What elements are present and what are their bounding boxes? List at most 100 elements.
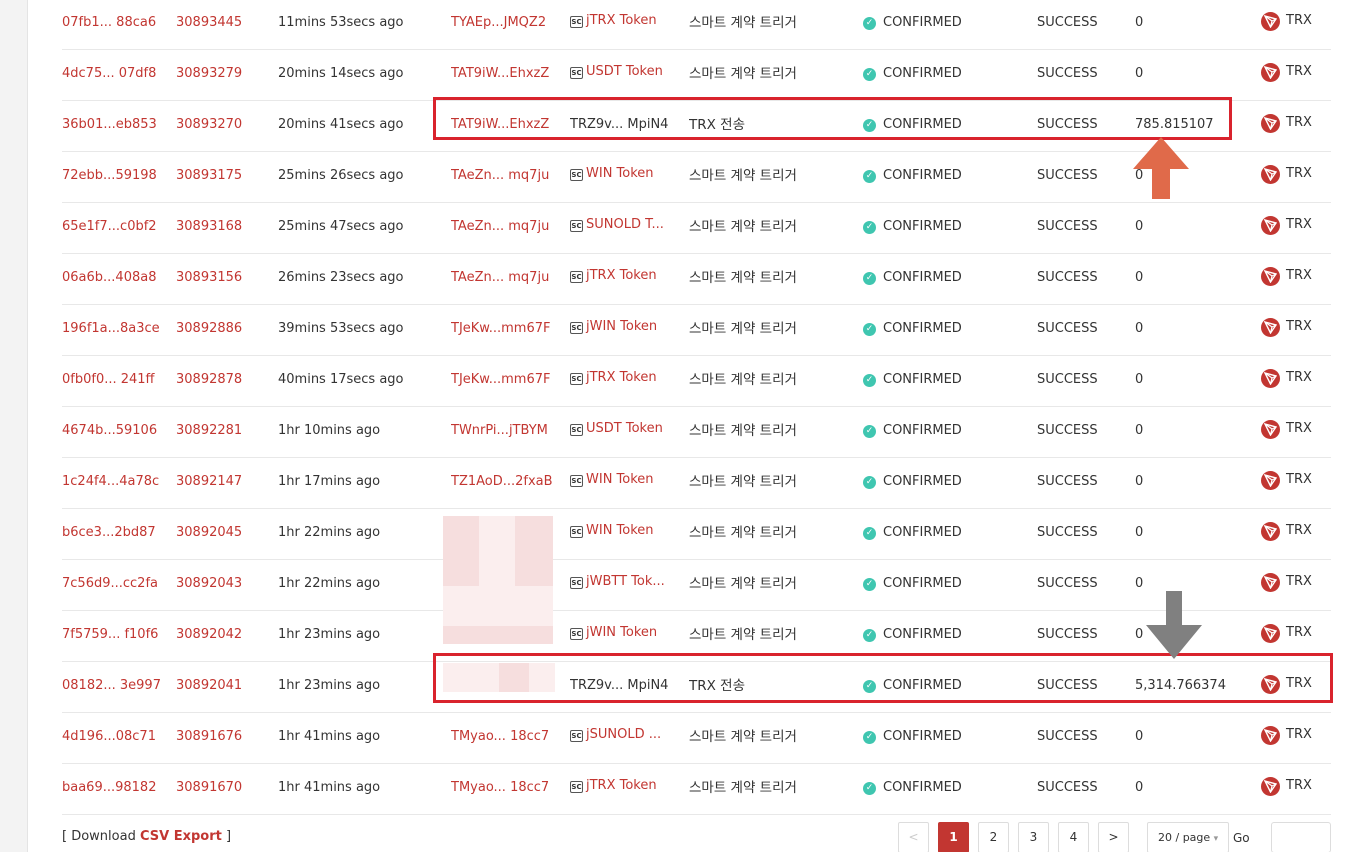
block-link[interactable]: 30892878 [176, 356, 266, 406]
page-size-value: 20 / page [1158, 831, 1211, 844]
from-address-link[interactable]: TAeZn... mq7ju [451, 152, 561, 202]
tx-hash-link[interactable]: 7c56d9...cc2fa [62, 560, 170, 610]
status-text: CONFIRMED [883, 270, 962, 285]
page-size-select[interactable]: 20 / page ▾ [1147, 822, 1229, 852]
smart-contract-icon: SC [570, 169, 583, 181]
tx-age: 26mins 23secs ago [278, 270, 404, 285]
block-link[interactable]: 30892281 [176, 407, 266, 457]
page-button-1[interactable]: 1 [938, 822, 969, 852]
block-link[interactable]: 30893279 [176, 50, 266, 100]
smart-contract-icon: SC [570, 577, 583, 589]
amount-value: 0 [1135, 321, 1144, 336]
block-link[interactable]: 30891670 [176, 764, 266, 814]
tx-hash-link[interactable]: 4d196...08c71 [62, 713, 170, 763]
tx-hash-link[interactable]: 65e1f7...c0bf2 [62, 203, 170, 253]
block-link[interactable]: 30892147 [176, 458, 266, 508]
block-link[interactable]: 30893156 [176, 254, 266, 304]
tx-age: 40mins 17secs ago [278, 372, 404, 387]
page-button-4[interactable]: 4 [1058, 822, 1089, 852]
block-link[interactable]: 30893175 [176, 152, 266, 202]
from-address-link[interactable]: TJeKw...mm67F [451, 305, 561, 355]
next-page-button[interactable]: > [1098, 822, 1129, 852]
to-address-link[interactable]: SC jSUNOLD ... [570, 713, 682, 763]
tx-hash-link[interactable]: 7f5759... f10f6 [62, 611, 170, 661]
from-address-link[interactable]: TMyao... 18cc7 [451, 764, 561, 814]
status-cell: ✓ CONFIRMED [863, 356, 1013, 406]
block-link[interactable]: 30892045 [176, 509, 266, 559]
block-link[interactable]: 30893270 [176, 101, 266, 151]
status-text: CONFIRMED [883, 780, 962, 795]
block-link[interactable]: 30893445 [176, 0, 266, 49]
tx-age: 25mins 26secs ago [278, 168, 404, 183]
block-link[interactable]: 30892886 [176, 305, 266, 355]
token-symbol: TRX [1286, 217, 1312, 232]
to-address-link[interactable]: SC USDT Token [570, 50, 682, 100]
tx-hash-link[interactable]: 08182... 3e997 [62, 662, 170, 712]
block-link[interactable]: 30892041 [176, 662, 266, 712]
block-link[interactable]: 30892043 [176, 560, 266, 610]
to-address-link[interactable]: SC WIN Token [570, 152, 682, 202]
status-text: CONFIRMED [883, 423, 962, 438]
token-symbol: TRX [1286, 523, 1312, 538]
tron-logo-icon [1261, 369, 1280, 388]
tx-hash-link[interactable]: 1c24f4...4a78c [62, 458, 170, 508]
tx-hash-link[interactable]: b6ce3...2bd87 [62, 509, 170, 559]
to-address-link[interactable]: SC SUNOLD T... [570, 203, 682, 253]
tx-hash-link[interactable]: 4674b...59106 [62, 407, 170, 457]
to-address-link[interactable]: SC jTRX Token [570, 356, 682, 406]
page-button-2[interactable]: 2 [978, 822, 1009, 852]
tx-hash-link[interactable]: 36b01...eb853 [62, 101, 170, 151]
to-address-link[interactable]: SC jTRX Token [570, 0, 682, 49]
check-circle-icon: ✓ [863, 731, 876, 744]
from-address-link[interactable]: TYAEp...JMQZ2 [451, 0, 561, 49]
page-button-3[interactable]: 3 [1018, 822, 1049, 852]
token-cell: TRX [1261, 713, 1331, 763]
result-text: SUCCESS [1037, 15, 1098, 30]
goto-page-input[interactable] [1271, 822, 1331, 852]
check-circle-icon: ✓ [863, 221, 876, 234]
check-circle-icon: ✓ [863, 476, 876, 489]
smart-contract-icon: SC [570, 475, 583, 487]
from-address-link[interactable]: TAeZn... mq7ju [451, 254, 561, 304]
to-address-link[interactable]: SC WIN Token [570, 509, 682, 559]
tx-hash-link[interactable]: 07fb1... 88ca6 [62, 0, 170, 49]
to-address-link[interactable]: SC WIN Token [570, 458, 682, 508]
to-address-link[interactable]: SC jTRX Token [570, 254, 682, 304]
block-link[interactable]: 30893168 [176, 203, 266, 253]
tx-age: 39mins 53secs ago [278, 321, 404, 336]
tx-hash-link[interactable]: baa69...98182 [62, 764, 170, 814]
to-address-text: jSUNOLD ... [586, 727, 662, 742]
from-address-link[interactable]: TAT9iW...EhxzZ [451, 50, 561, 100]
tx-hash-link[interactable]: 06a6b...408a8 [62, 254, 170, 304]
tx-hash-link[interactable]: 4dc75... 07df8 [62, 50, 170, 100]
from-address-link[interactable]: TWnrPi...jTBYM [451, 407, 561, 457]
block-link[interactable]: 30891676 [176, 713, 266, 763]
tx-hash-link[interactable]: 196f1a...8a3ce [62, 305, 170, 355]
block-link[interactable]: 30892042 [176, 611, 266, 661]
tron-logo-icon [1261, 573, 1280, 592]
status-text: CONFIRMED [883, 576, 962, 591]
tron-logo-icon [1261, 318, 1280, 337]
smart-contract-icon: SC [570, 16, 583, 28]
status-cell: ✓ CONFIRMED [863, 203, 1013, 253]
status-text: CONFIRMED [883, 219, 962, 234]
table-row: b6ce3...2bd87 30892045 1hr 22mins ago SC WIN… [62, 509, 1331, 560]
to-address-link[interactable]: SC jTRX Token [570, 764, 682, 814]
from-address-link[interactable]: TJeKw...mm67F [451, 356, 561, 406]
token-cell: TRX [1261, 560, 1331, 610]
to-address-link[interactable]: SC jWIN Token [570, 305, 682, 355]
prev-page-button[interactable]: < [898, 822, 929, 852]
from-address-link[interactable]: TZ1AoD...2fxaB [451, 458, 561, 508]
from-address-link[interactable]: TMyao... 18cc7 [451, 713, 561, 763]
to-address-link[interactable]: SC USDT Token [570, 407, 682, 457]
csv-export-link[interactable]: CSV Export [140, 829, 222, 844]
tx-hash-link[interactable]: 0fb0f0... 241ff [62, 356, 170, 406]
token-cell: TRX [1261, 356, 1331, 406]
status-cell: ✓ CONFIRMED [863, 305, 1013, 355]
to-address-link[interactable]: SC jWBTT Tok... [570, 560, 682, 610]
tx-hash-link[interactable]: 72ebb...59198 [62, 152, 170, 202]
from-address-link[interactable]: TAeZn... mq7ju [451, 203, 561, 253]
to-address-text: USDT Token [586, 421, 663, 436]
table-row: 07fb1... 88ca6 30893445 11mins 53secs ago T… [62, 0, 1331, 50]
result-text: SUCCESS [1037, 780, 1098, 795]
